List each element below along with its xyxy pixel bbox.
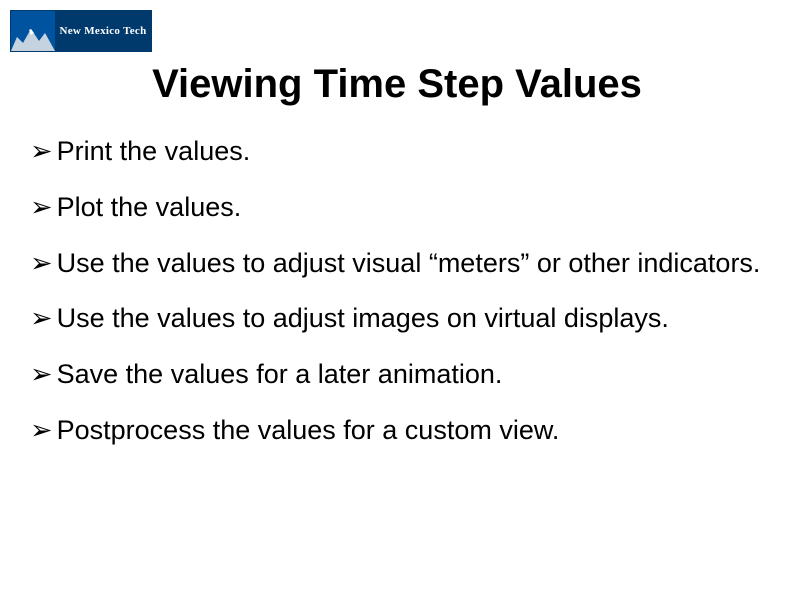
bullet-icon: ➢ — [30, 414, 53, 448]
slide-body: ➢ Print the values. ➢ Plot the values. ➢… — [30, 135, 764, 470]
bullet-icon: ➢ — [30, 191, 53, 225]
slide: New Mexico Tech Viewing Time Step Values… — [0, 0, 794, 595]
bullet-text: Use the values to adjust visual “meters”… — [57, 247, 764, 281]
bullet-icon: ➢ — [30, 302, 53, 336]
logo-image — [11, 11, 55, 51]
list-item: ➢ Save the values for a later animation. — [30, 358, 764, 392]
bullet-text: Use the values to adjust images on virtu… — [57, 302, 764, 336]
bullet-text: Print the values. — [57, 135, 764, 169]
logo: New Mexico Tech — [10, 10, 152, 52]
bullet-icon: ➢ — [30, 135, 53, 169]
bullet-icon: ➢ — [30, 247, 53, 281]
list-item: ➢ Plot the values. — [30, 191, 764, 225]
logo-text-wrap: New Mexico Tech — [55, 11, 151, 51]
slide-title: Viewing Time Step Values — [0, 62, 794, 107]
logo-text: New Mexico Tech — [60, 25, 147, 37]
bullet-text: Postprocess the values for a custom view… — [57, 414, 764, 448]
list-item: ➢ Use the values to adjust visual “meter… — [30, 247, 764, 281]
bullet-text: Plot the values. — [57, 191, 764, 225]
list-item: ➢ Use the values to adjust images on vir… — [30, 302, 764, 336]
list-item: ➢ Print the values. — [30, 135, 764, 169]
list-item: ➢ Postprocess the values for a custom vi… — [30, 414, 764, 448]
bullet-text: Save the values for a later animation. — [57, 358, 764, 392]
bullet-icon: ➢ — [30, 358, 53, 392]
mountain-icon — [11, 23, 55, 51]
